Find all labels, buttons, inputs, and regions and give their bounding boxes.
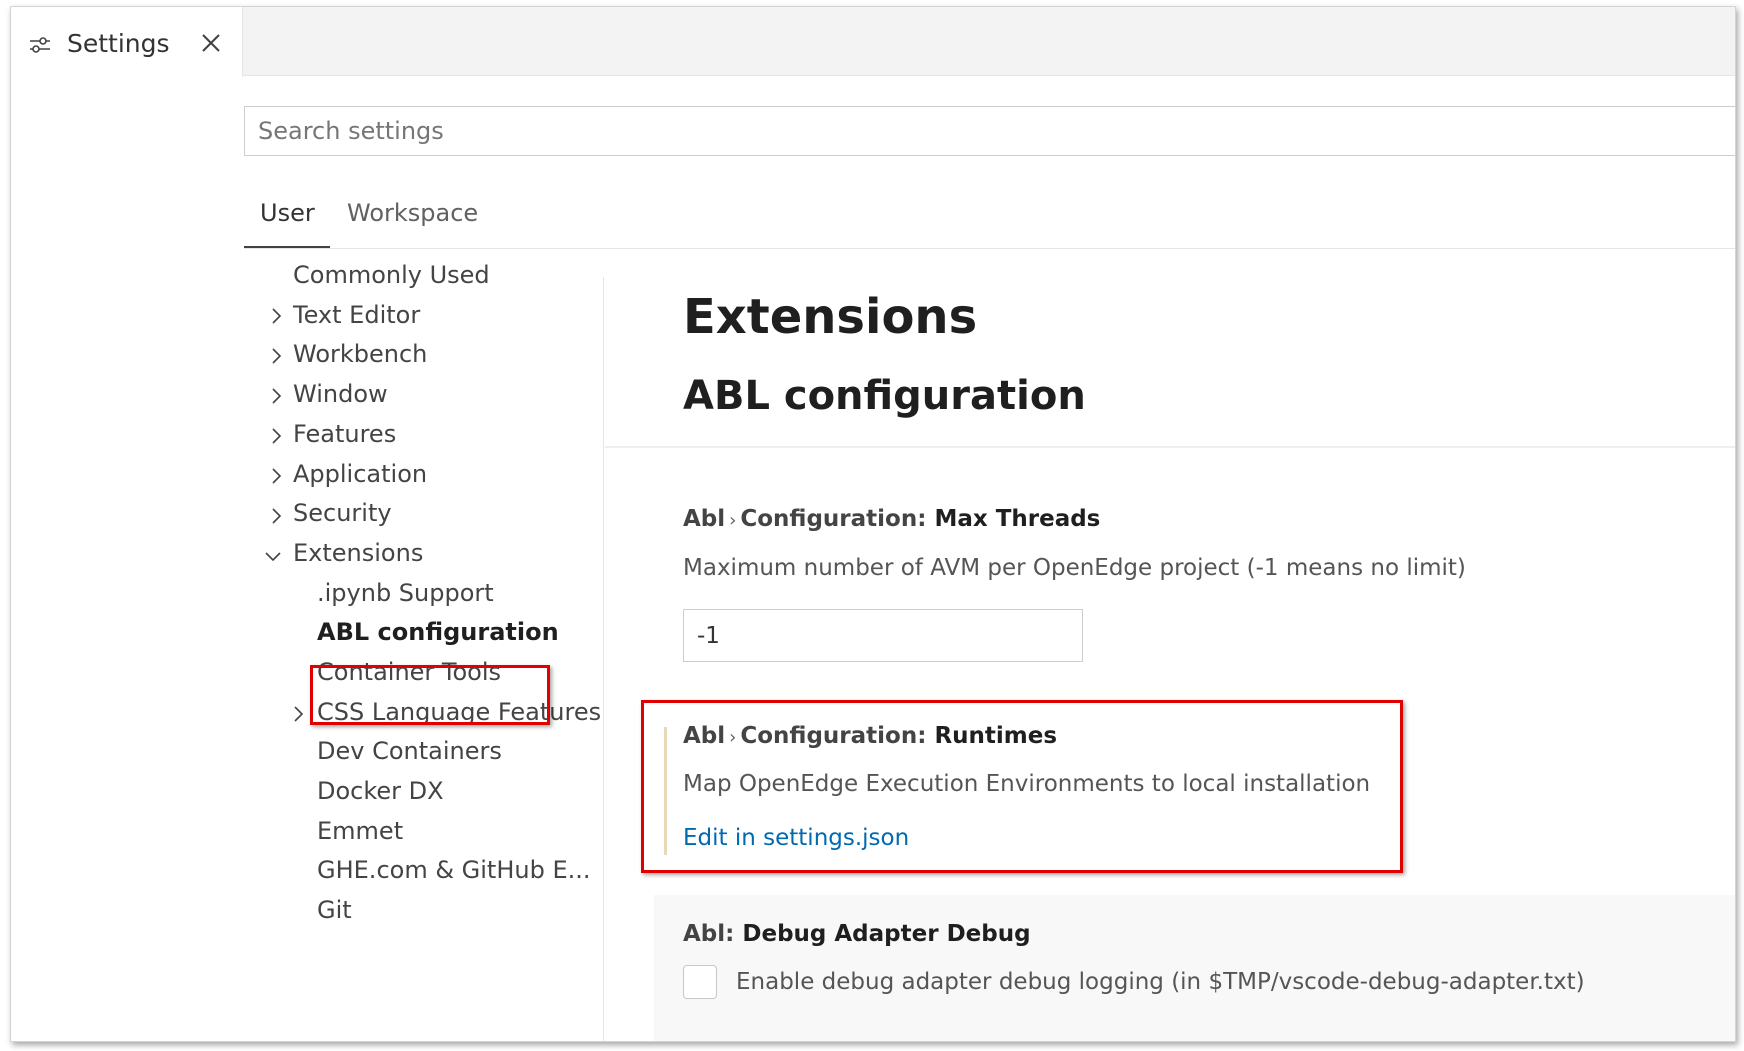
settings-toc: Commonly Used Text Editor Workbench Wind…: [244, 261, 604, 1041]
toc-item-docker-dx[interactable]: Docker DX: [317, 777, 444, 805]
settings-section-header: Extensions ABL configuration: [605, 249, 1735, 448]
toc-item-commonly-used[interactable]: Commonly Used: [293, 261, 490, 289]
runtimes-highlight-annotation: [641, 700, 1403, 873]
settings-sliders-icon: [30, 37, 50, 53]
toc-item-text-editor[interactable]: Text Editor: [293, 301, 420, 329]
toc-item-window[interactable]: Window: [293, 380, 388, 408]
debug-adapter-description: Enable debug adapter debug logging (in $…: [736, 969, 1585, 995]
toc-item-ghe-github[interactable]: GHE.com & GitHub E...: [317, 856, 591, 884]
settings-tab[interactable]: Settings: [11, 7, 243, 77]
chevron-right-icon[interactable]: [267, 387, 285, 405]
chevron-right-icon[interactable]: [267, 307, 285, 325]
debug-adapter-setting-title: Abl: Debug Adapter Debug: [683, 921, 1031, 947]
max-threads-setting-title: Abl › Configuration: Max Threads: [683, 506, 1101, 532]
chevron-down-icon[interactable]: [264, 547, 282, 565]
max-threads-description: Maximum number of AVM per OpenEdge proje…: [683, 555, 1466, 581]
section-title: Extensions: [683, 289, 978, 345]
toc-item-abl-configuration[interactable]: ABL configuration: [317, 618, 559, 646]
settings-window: Settings User Workspace Commonly Used Te…: [10, 6, 1736, 1042]
chevron-right-icon[interactable]: [267, 427, 285, 445]
debug-adapter-checkbox[interactable]: [683, 965, 717, 999]
chevron-right-icon[interactable]: [289, 705, 307, 723]
chevron-right-icon[interactable]: [267, 507, 285, 525]
settings-scope-tabs: User Workspace: [244, 190, 1735, 249]
active-tab-underline: [244, 246, 330, 248]
toc-item-ipynb-support[interactable]: .ipynb Support: [317, 579, 494, 607]
toc-item-security[interactable]: Security: [293, 499, 392, 527]
max-threads-input[interactable]: [683, 609, 1083, 662]
toc-item-features[interactable]: Features: [293, 420, 396, 448]
chevron-right-icon[interactable]: [267, 467, 285, 485]
chevron-right-icon[interactable]: [267, 347, 285, 365]
search-settings-input[interactable]: [244, 106, 1735, 156]
tab-user[interactable]: User: [260, 199, 315, 227]
close-icon[interactable]: [197, 29, 225, 57]
subsection-title: ABL configuration: [683, 373, 1086, 419]
toc-highlight-annotation: [310, 665, 550, 725]
settings-tab-label: Settings: [67, 29, 170, 58]
toc-item-git[interactable]: Git: [317, 896, 352, 924]
toc-item-application[interactable]: Application: [293, 460, 427, 488]
toc-item-extensions[interactable]: Extensions: [293, 539, 423, 567]
toc-item-emmet[interactable]: Emmet: [317, 817, 403, 845]
toc-item-workbench[interactable]: Workbench: [293, 340, 427, 368]
toc-item-dev-containers[interactable]: Dev Containers: [317, 737, 502, 765]
editor-tab-strip: Settings: [11, 7, 1735, 77]
tab-workspace[interactable]: Workspace: [347, 199, 478, 227]
